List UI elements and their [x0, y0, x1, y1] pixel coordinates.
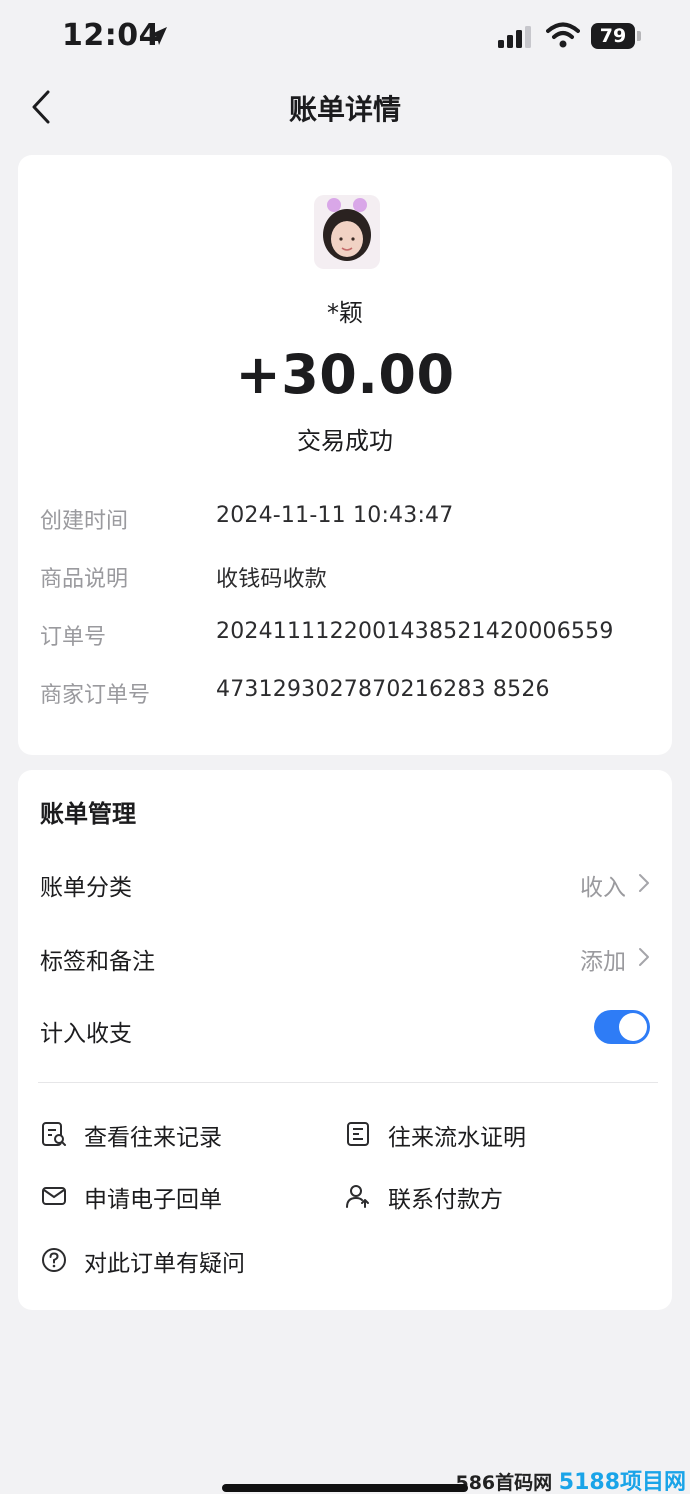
records-search-icon — [42, 1122, 66, 1146]
flow-proof-label: 往来流水证明 — [388, 1125, 526, 1151]
flow-proof-button[interactable]: 往来流水证明 — [344, 1116, 604, 1156]
home-indicator[interactable] — [222, 1484, 468, 1492]
envelope-icon — [42, 1187, 66, 1205]
count-in-balance-toggle[interactable] — [594, 1010, 650, 1044]
watermark-logo: 5188项目网 — [558, 1470, 686, 1494]
transaction-card: *颖 +30.00 交易成功 创建时间 2024-11-11 10:43:47 … — [18, 155, 672, 755]
tags-notes-row[interactable]: 标签和备注 添加 — [40, 938, 652, 978]
order-question-label: 对此订单有疑问 — [84, 1251, 245, 1277]
tags-notes-label: 标签和备注 — [40, 949, 155, 975]
battery-indicator: 79 — [591, 23, 641, 49]
avatar[interactable] — [314, 195, 380, 269]
document-icon — [347, 1122, 369, 1146]
tags-notes-value: 添加 — [580, 949, 626, 975]
watermark-text: 586首码网 — [455, 1472, 553, 1494]
wifi-icon — [546, 22, 580, 48]
detail-row-order-number: 订单号 2024111122001438521420006559 — [40, 619, 660, 653]
page-title: 账单详情 — [288, 93, 401, 126]
transaction-amount: +30.00 — [235, 343, 455, 406]
detail-label: 创建时间 — [40, 509, 129, 534]
detail-label: 订单号 — [40, 625, 107, 650]
payer-name: *颖 — [327, 299, 363, 327]
section-title: 账单管理 — [40, 800, 136, 828]
detail-value: 2024-11-11 10:43:47 — [216, 503, 454, 528]
bill-category-label: 账单分类 — [40, 875, 132, 901]
cellular-signal-icon — [498, 26, 531, 48]
detail-value: 收钱码收款 — [216, 567, 328, 592]
chevron-right-icon — [639, 948, 649, 966]
detail-value: 2024111122001438521420006559 — [216, 619, 614, 644]
contact-payer-label: 联系付款方 — [388, 1187, 503, 1213]
battery-level: 79 — [591, 23, 635, 49]
chevron-right-icon — [639, 874, 649, 892]
e-receipt-button[interactable]: 申请电子回单 — [40, 1178, 300, 1218]
bill-management-card: 账单管理 账单分类 收入 标签和备注 添加 计入收支 查看往来记录 往来流水证明… — [18, 770, 672, 1310]
view-records-label: 查看往来记录 — [84, 1125, 222, 1151]
detail-row-product-description: 商品说明 收钱码收款 — [40, 561, 660, 595]
detail-value: 4731293027870216283 8526 — [216, 677, 550, 702]
bill-category-row[interactable]: 账单分类 收入 — [40, 864, 652, 904]
location-arrow-icon — [149, 27, 167, 45]
detail-row-created-time: 创建时间 2024-11-11 10:43:47 — [40, 503, 660, 537]
status-bar: 12:04 79 — [0, 0, 690, 74]
detail-label: 商品说明 — [40, 567, 129, 592]
divider — [38, 1082, 658, 1083]
count-in-balance-row: 计入收支 — [40, 1010, 652, 1050]
e-receipt-label: 申请电子回单 — [84, 1187, 222, 1213]
view-records-button[interactable]: 查看往来记录 — [40, 1116, 300, 1156]
watermark: 586首码网 5188项目网 — [455, 1464, 686, 1494]
count-in-balance-label: 计入收支 — [40, 1021, 132, 1047]
order-question-button[interactable]: 对此订单有疑问 — [40, 1242, 340, 1282]
contact-person-icon — [346, 1185, 369, 1208]
detail-row-merchant-order-number: 商家订单号 4731293027870216283 8526 — [40, 677, 660, 711]
transaction-status: 交易成功 — [297, 427, 393, 455]
bill-category-value: 收入 — [580, 875, 626, 901]
detail-label: 商家订单号 — [40, 683, 151, 708]
contact-payer-button[interactable]: 联系付款方 — [344, 1178, 604, 1218]
question-circle-icon — [42, 1248, 66, 1272]
